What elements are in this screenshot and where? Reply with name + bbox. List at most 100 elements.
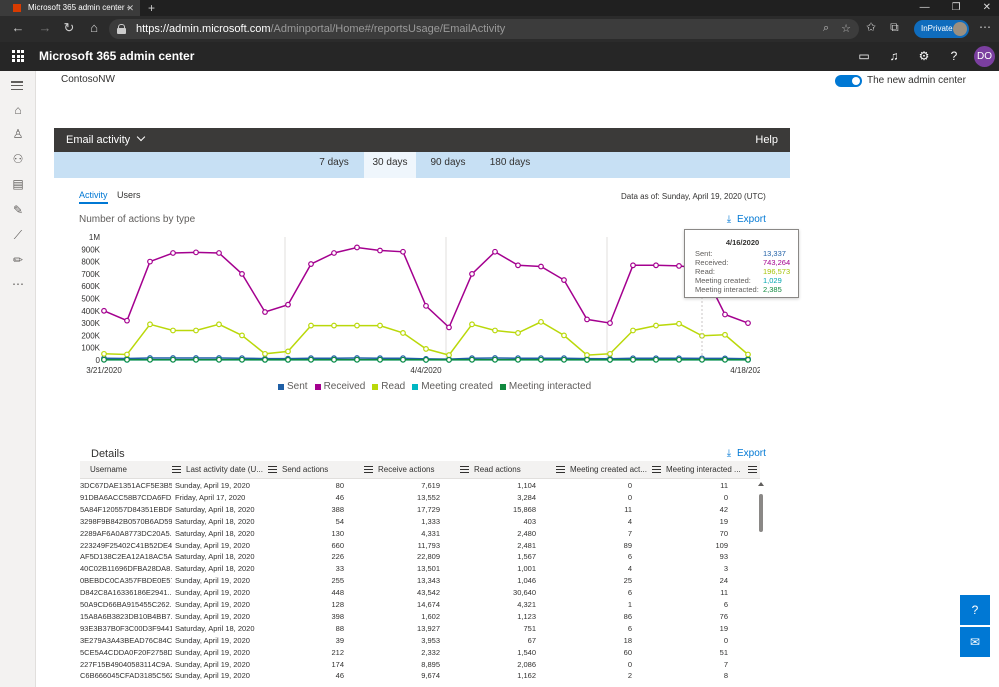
app-launcher-icon[interactable] bbox=[12, 50, 24, 62]
url-text[interactable]: https://admin.microsoft.com/Adminportal/… bbox=[136, 19, 505, 39]
avatar[interactable]: DO bbox=[974, 46, 995, 67]
table-row[interactable]: D842C8A16336186E2941... Sunday, April 19,… bbox=[80, 587, 760, 599]
column-header[interactable]: Meeting interacted ... bbox=[666, 461, 746, 479]
data-point-meeting-interacted bbox=[584, 356, 590, 363]
help-icon[interactable]: ? bbox=[947, 49, 961, 63]
collections-icon[interactable]: ⧉ bbox=[890, 20, 899, 35]
maximize-icon[interactable]: ❐ bbox=[952, 0, 961, 16]
billing-icon[interactable]: ▤ bbox=[11, 177, 25, 191]
table-cell: 4,321 bbox=[517, 600, 536, 609]
table-cell: Sunday, April 19, 2020 bbox=[175, 540, 250, 550]
table-row[interactable]: 3DC67DAE1351ACF5E3B5... Sunday, April 19,… bbox=[80, 480, 760, 492]
period-7-days[interactable]: 7 days bbox=[310, 152, 358, 178]
help-link[interactable]: Help bbox=[755, 128, 778, 152]
table-row[interactable]: 2289AF6A0A8773DC20A5... Saturday, April 1… bbox=[80, 528, 760, 540]
table-row[interactable]: 15A8A6B3823DB10B4BB7... Sunday, April 19,… bbox=[80, 611, 760, 623]
table-row[interactable]: 0BEBDC0CA357FBDE0E57... Sunday, April 19,… bbox=[80, 575, 760, 587]
data-point-read bbox=[308, 322, 314, 329]
wrench-icon[interactable]: ✎ bbox=[11, 203, 25, 217]
data-point-received bbox=[331, 250, 337, 256]
app-title[interactable]: Microsoft 365 admin center bbox=[39, 42, 194, 71]
period-30-days[interactable]: 30 days bbox=[364, 152, 416, 178]
refresh-icon[interactable]: ↻ bbox=[61, 20, 77, 36]
column-menu-icon[interactable] bbox=[364, 466, 373, 473]
table-row[interactable]: 3E279A3A43BEAD76C84C... Sunday, April 19,… bbox=[80, 635, 760, 647]
terminal-icon[interactable]: ▭ bbox=[857, 49, 871, 63]
table-cell: AF5D138C2EA12A18AC5A... bbox=[80, 552, 172, 562]
legend-item-read[interactable]: Read bbox=[372, 381, 405, 392]
table-row[interactable]: AF5D138C2EA12A18AC5A... Saturday, April 1… bbox=[80, 551, 760, 563]
period-90-days[interactable]: 90 days bbox=[422, 152, 474, 178]
column-header[interactable]: Username bbox=[90, 461, 170, 479]
gear-icon[interactable]: ⚙ bbox=[917, 49, 931, 63]
table-row[interactable]: 3298F9B842B0570B6AD59... Saturday, April … bbox=[80, 516, 760, 528]
home-icon[interactable]: ⌂ bbox=[11, 103, 25, 117]
browser-tab[interactable]: Microsoft 365 admin center - Em ✕ bbox=[0, 0, 140, 28]
table-row[interactable]: 40C02B11696DFBA28DA8... Saturday, April 1… bbox=[80, 563, 760, 575]
details-export-button[interactable]: ⤓ Export bbox=[725, 448, 766, 459]
table-row[interactable]: 227F15B49040583114C9A... Sunday, April 19… bbox=[80, 659, 760, 671]
new-admin-center-toggle[interactable] bbox=[835, 75, 862, 87]
column-header[interactable]: Send actions bbox=[282, 461, 362, 479]
legend-item-sent[interactable]: Sent bbox=[278, 381, 308, 392]
table-cell: 25 bbox=[623, 576, 632, 586]
scroll-thumb[interactable] bbox=[759, 494, 763, 532]
grid-scrollbar[interactable] bbox=[758, 482, 764, 687]
table-row[interactable]: 50A9CD66BA915455C262... Sunday, April 19,… bbox=[80, 599, 760, 611]
window-controls: — ❐ ✕ bbox=[920, 0, 991, 16]
table-row[interactable]: 223249F25402C41B52DE4... Sunday, April 19… bbox=[80, 540, 760, 552]
more-icon[interactable]: ⋯ bbox=[11, 277, 25, 291]
feedback-button[interactable]: ✉ bbox=[960, 627, 990, 657]
support-help-button[interactable]: ? bbox=[960, 595, 990, 625]
table-row[interactable]: 5CE5A4CDDA0F20F2758D... Sunday, April 19,… bbox=[80, 647, 760, 659]
table-row[interactable]: C6B666045CFAD3185C562... Sunday, April 19… bbox=[80, 670, 760, 682]
chart-export-button[interactable]: ⤓ Export bbox=[725, 214, 766, 225]
inprivate-badge[interactable]: InPrivate bbox=[914, 20, 969, 38]
tab-users[interactable]: Users bbox=[117, 190, 141, 200]
column-menu-icon[interactable] bbox=[268, 466, 277, 473]
legend-item-received[interactable]: Received bbox=[314, 381, 365, 392]
tab-activity[interactable]: Activity bbox=[79, 190, 108, 204]
column-header[interactable]: Last activity date (U... bbox=[186, 461, 266, 479]
table-row[interactable]: 5A84F120557D84351EBDF... Saturday, April … bbox=[80, 504, 760, 516]
user-icon[interactable]: ♙ bbox=[11, 127, 25, 141]
browser-menu-icon[interactable]: ⋯ bbox=[979, 20, 991, 34]
report-selector[interactable]: Email activity bbox=[66, 128, 146, 152]
address-bar[interactable]: https://admin.microsoft.com/Adminportal/… bbox=[109, 19, 859, 39]
legend-item-meeting-created[interactable]: Meeting created bbox=[412, 381, 493, 392]
bell-icon[interactable]: ♫ bbox=[887, 49, 901, 63]
close-window-icon[interactable]: ✕ bbox=[983, 0, 991, 16]
table-cell: 3298F9B842B0570B6AD59... bbox=[80, 516, 172, 526]
data-point-meeting-interacted bbox=[101, 356, 107, 363]
zoom-icon[interactable]: ⌕ bbox=[823, 22, 829, 35]
column-header[interactable]: Meeting created act... bbox=[570, 461, 650, 479]
favorite-star-icon[interactable]: ☆ bbox=[841, 22, 851, 35]
close-tab-icon[interactable]: ✕ bbox=[126, 0, 134, 16]
forward-icon[interactable]: → bbox=[37, 20, 53, 35]
table-row[interactable]: 93E3B37B0F3C00D3F9441... Saturday, April … bbox=[80, 623, 760, 635]
legend-item-meeting-interacted[interactable]: Meeting interacted bbox=[499, 381, 591, 392]
new-tab-icon[interactable]: + bbox=[148, 0, 155, 16]
table-cell: Friday, April 17, 2020 bbox=[175, 492, 246, 502]
group-icon[interactable]: ⚇ bbox=[11, 152, 25, 166]
column-menu-icon[interactable] bbox=[556, 466, 565, 473]
column-menu-icon[interactable] bbox=[460, 466, 469, 473]
column-menu-icon[interactable] bbox=[748, 466, 757, 473]
table-row[interactable]: 91DBA6ACC58B7CDA6FD... Friday, April 17, … bbox=[80, 492, 760, 504]
period-180-days[interactable]: 180 days bbox=[482, 152, 538, 178]
minimize-icon[interactable]: — bbox=[920, 0, 930, 16]
column-header[interactable]: Receive actions bbox=[378, 461, 458, 479]
data-point-received bbox=[308, 261, 314, 267]
favorites-icon[interactable]: ✩ bbox=[866, 20, 876, 35]
back-icon[interactable]: ← bbox=[10, 20, 26, 35]
table-cell: 11 bbox=[624, 504, 632, 514]
chart-icon[interactable]: ⟋ bbox=[11, 228, 25, 242]
column-header[interactable]: Read actions bbox=[474, 461, 554, 479]
column-menu-icon[interactable] bbox=[652, 466, 661, 473]
data-point-meeting-interacted bbox=[354, 356, 360, 363]
home-browser-icon[interactable]: ⌂ bbox=[86, 20, 102, 35]
pen-icon[interactable]: ✏ bbox=[11, 253, 25, 267]
scroll-up-icon[interactable] bbox=[758, 482, 764, 486]
column-menu-icon[interactable] bbox=[172, 466, 181, 473]
hamburger-icon[interactable] bbox=[11, 81, 25, 90]
